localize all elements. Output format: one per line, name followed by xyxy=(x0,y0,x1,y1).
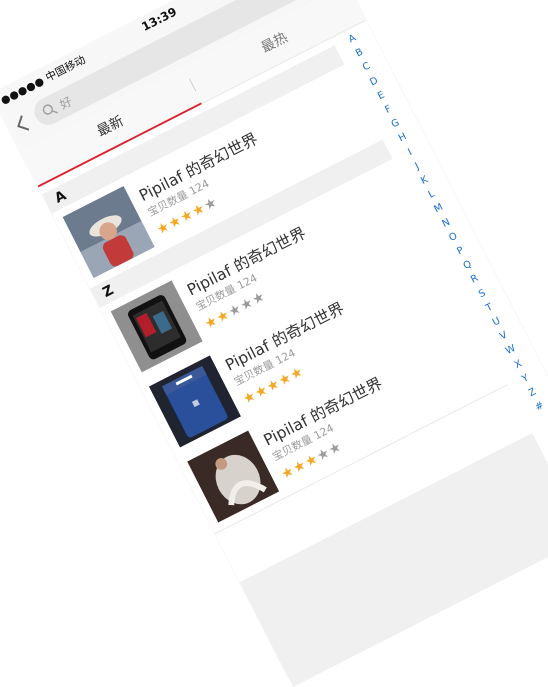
phone-screen: ●●●●● 中国移动 13:39 最新 最热 A xyxy=(0,0,548,687)
index-letter[interactable]: J xyxy=(413,159,423,174)
index-letter[interactable]: # xyxy=(533,399,548,417)
index-letter[interactable]: I xyxy=(405,145,415,160)
back-chevron-icon[interactable] xyxy=(10,111,35,136)
